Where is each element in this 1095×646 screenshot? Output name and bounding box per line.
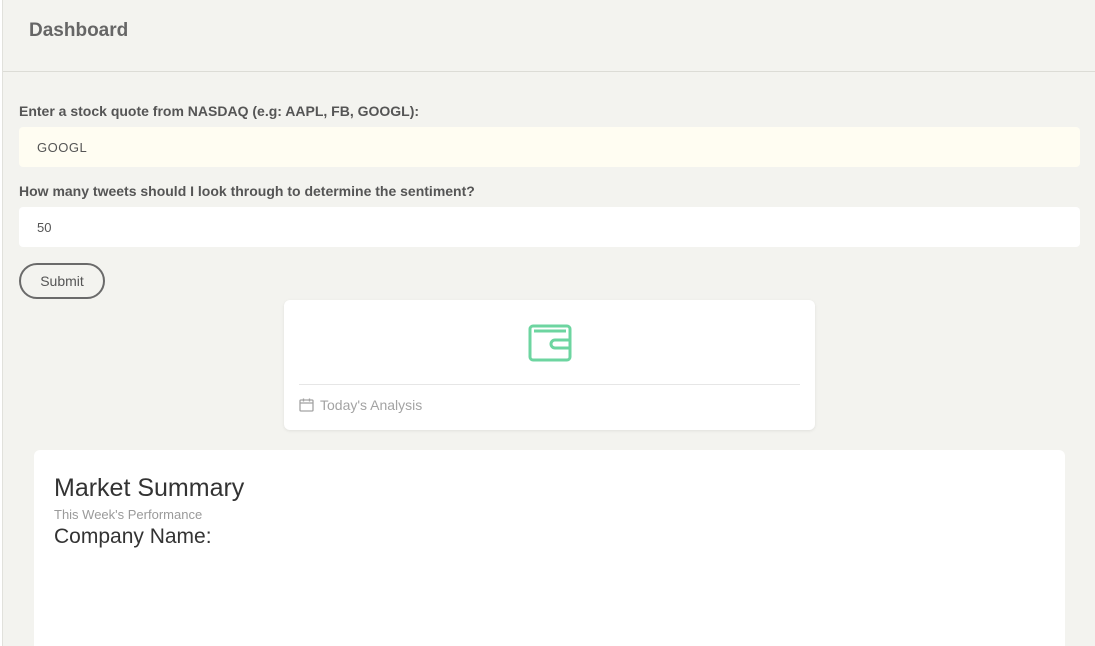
- submit-button[interactable]: Submit: [19, 263, 105, 299]
- market-summary-card: Market Summary This Week's Performance C…: [34, 450, 1065, 646]
- summary-title: Market Summary: [54, 474, 245, 502]
- quote-label: Enter a stock quote from NASDAQ (e.g: AA…: [19, 103, 420, 119]
- top-navbar: Dashboard: [3, 0, 1095, 72]
- wallet-icon: [528, 324, 572, 362]
- summary-subtitle: This Week's Performance: [54, 507, 203, 522]
- analysis-card: Today's Analysis: [284, 300, 815, 430]
- navbar-brand[interactable]: Dashboard: [29, 20, 128, 42]
- tweets-count-input[interactable]: [19, 207, 1080, 247]
- calendar-icon: [299, 398, 314, 412]
- card-footer: Today's Analysis: [299, 397, 422, 413]
- company-name-label: Company Name:: [54, 525, 212, 548]
- page: Dashboard Enter a stock quote from NASDA…: [2, 0, 1095, 646]
- tweets-label: How many tweets should I look through to…: [19, 183, 475, 199]
- quote-input[interactable]: [19, 127, 1080, 167]
- card-footer-text: Today's Analysis: [320, 397, 423, 413]
- card-divider: [299, 384, 800, 385]
